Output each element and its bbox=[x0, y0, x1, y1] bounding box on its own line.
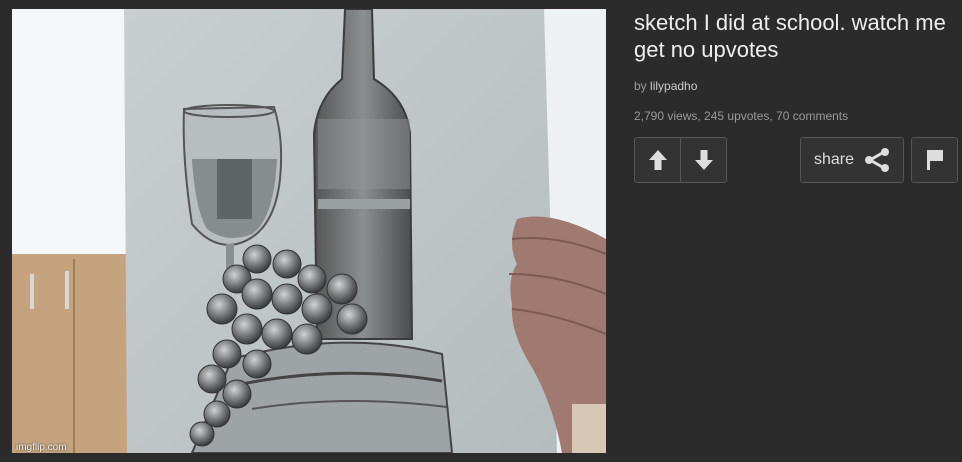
share-icon bbox=[865, 148, 890, 172]
arrow-up-icon bbox=[648, 150, 667, 170]
image-watermark: imgflip.com bbox=[16, 442, 67, 453]
share-label: share bbox=[813, 151, 855, 168]
post-actions: share bbox=[634, 137, 958, 185]
post-image[interactable]: imgflip.com bbox=[12, 9, 606, 453]
arrow-down-icon bbox=[694, 150, 713, 170]
flag-button[interactable] bbox=[911, 137, 958, 183]
post-stats: 2,790 views, 245 upvotes, 70 comments bbox=[634, 109, 849, 123]
downvote-button[interactable] bbox=[680, 138, 726, 182]
byline-prefix: by bbox=[634, 79, 647, 93]
post-info-panel: sketch I did at school. watch me get no … bbox=[634, 9, 954, 123]
share-button[interactable]: share bbox=[800, 137, 904, 183]
upvote-button[interactable] bbox=[635, 138, 680, 182]
post-title: sketch I did at school. watch me get no … bbox=[634, 10, 946, 62]
post-byline: by lilypadho bbox=[634, 79, 954, 93]
flag-icon bbox=[926, 150, 943, 170]
vote-buttons bbox=[634, 137, 727, 183]
sketch-photo bbox=[12, 9, 606, 453]
author-link[interactable]: lilypadho bbox=[650, 79, 697, 93]
